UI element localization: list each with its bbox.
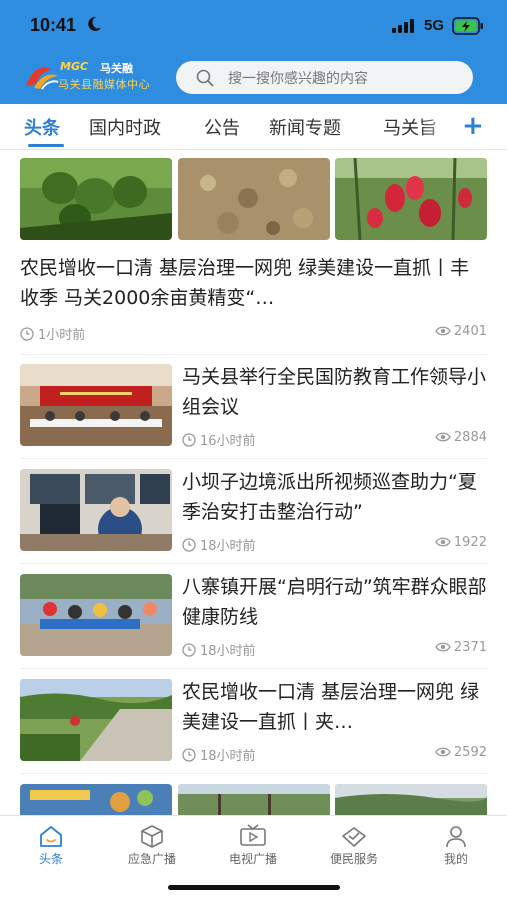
article-time-text: 18小时前 (200, 539, 256, 554)
category-tabs: 头条 国内时政 公告 新闻专题 马关旨 + (0, 104, 507, 150)
user-icon (446, 826, 466, 848)
search-placeholder: 搜一搜你感兴趣的内容 (228, 71, 368, 87)
home-indicator[interactable] (168, 885, 340, 890)
article-time-text: 1小时前 (38, 328, 86, 343)
eye-icon (435, 326, 451, 336)
divider (20, 563, 487, 564)
article-views: 2592 (387, 745, 487, 760)
nav-public-services[interactable]: 便民服务 (309, 824, 399, 867)
article-image (20, 784, 172, 815)
article-image (20, 679, 172, 761)
nav-emergency-broadcast[interactable]: 应急广播 (107, 824, 197, 867)
divider (20, 354, 487, 355)
article-image (178, 784, 330, 815)
app-header: 10:41 5G MGC 马关融 马关县融媒体中心 搜一搜你感兴趣的内容 (0, 0, 507, 104)
eye-icon (435, 642, 451, 652)
article-title[interactable]: 马关县举行全民国防教育工作领导小组会议 (182, 362, 487, 422)
tab-headline[interactable]: 头条 (24, 114, 60, 140)
nav-me[interactable]: 我的 (411, 824, 501, 867)
divider (20, 668, 487, 669)
article-time-text: 18小时前 (200, 644, 256, 659)
tab-news-topics[interactable]: 新闻专题 (269, 114, 341, 140)
search-icon (196, 69, 214, 87)
nav-tv-broadcast[interactable]: 电视广播 (208, 824, 298, 867)
article-time: 18小时前 (182, 745, 256, 764)
handshake-icon (342, 827, 366, 847)
article-views-count: 2592 (453, 745, 487, 760)
nav-label: 便民服务 (329, 852, 378, 866)
clock-icon (20, 327, 34, 341)
article-views: 1922 (387, 535, 487, 550)
search-bar[interactable]: 搜一搜你感兴趣的内容 (176, 61, 473, 94)
clock-icon (182, 538, 196, 552)
status-bar: 10:41 5G (0, 0, 507, 52)
article-views-count: 2401 (453, 324, 487, 339)
divider (20, 458, 487, 459)
article-image (20, 158, 172, 240)
nav-label: 头条 (38, 852, 63, 866)
clock-icon (182, 748, 196, 762)
status-time: 10:41 (30, 15, 77, 35)
logo-subtitle: 马关县融媒体中心 (58, 78, 150, 91)
article-image (20, 364, 172, 446)
article-time: 1小时前 (20, 324, 85, 343)
article-title[interactable]: 农民增收一口清 基层治理一网兜 绿美建设一直抓丨夹… (182, 677, 487, 737)
nav-headline[interactable]: 头条 (6, 824, 96, 867)
article-views: 2884 (387, 430, 487, 445)
article-time: 18小时前 (182, 535, 256, 554)
article-views: 2401 (387, 324, 487, 339)
article-views: 2371 (387, 640, 487, 655)
nav-label: 我的 (443, 852, 468, 866)
nav-label: 应急广播 (127, 852, 176, 866)
tab-domestic-politics[interactable]: 国内时政 (89, 114, 161, 140)
network-type: 5G (424, 17, 445, 34)
clock-icon (182, 433, 196, 447)
article-image (335, 158, 487, 240)
logo-name: 马关融 (100, 62, 133, 75)
home-icon (40, 826, 62, 847)
tab-announcement[interactable]: 公告 (204, 114, 240, 140)
article-image (178, 158, 330, 240)
article-views-count: 2371 (453, 640, 487, 655)
signal-icon (392, 19, 414, 33)
eye-icon (435, 747, 451, 757)
article-image (20, 574, 172, 656)
divider (20, 773, 487, 774)
article-image (335, 784, 487, 815)
moon-icon (88, 16, 101, 31)
add-tab-icon[interactable]: + (462, 110, 484, 142)
clock-icon (182, 643, 196, 657)
eye-icon (435, 537, 451, 547)
article-title[interactable]: 小坝子边境派出所视频巡查助力“夏季治安打击整治行动” (182, 467, 487, 527)
logo-en-text: MGC (60, 60, 89, 73)
tv-icon (240, 824, 266, 846)
article-time: 16小时前 (182, 430, 256, 449)
article-title[interactable]: 八寨镇开展“启明行动”筑牢群众眼部健康防线 (182, 572, 487, 632)
nav-label: 电视广播 (228, 852, 277, 866)
article-views-count: 2884 (453, 430, 487, 445)
active-tab-indicator (28, 144, 64, 147)
article-title[interactable]: 农民增收一口清 基层治理一网兜 绿美建设一直抓丨丰收季 马关2000余亩黄精变“… (20, 253, 487, 313)
eye-icon (435, 432, 451, 442)
tabs-fade (420, 104, 460, 149)
article-views-count: 1922 (453, 535, 487, 550)
article-time-text: 16小时前 (200, 434, 256, 449)
battery-icon (452, 17, 483, 35)
news-feed[interactable]: 农民增收一口清 基层治理一网兜 绿美建设一直抓丨丰收季 马关2000余亩黄精变“… (0, 150, 507, 815)
article-time: 18小时前 (182, 640, 256, 659)
article-image (20, 469, 172, 551)
article-time-text: 18小时前 (200, 749, 256, 764)
box-icon (141, 825, 163, 848)
